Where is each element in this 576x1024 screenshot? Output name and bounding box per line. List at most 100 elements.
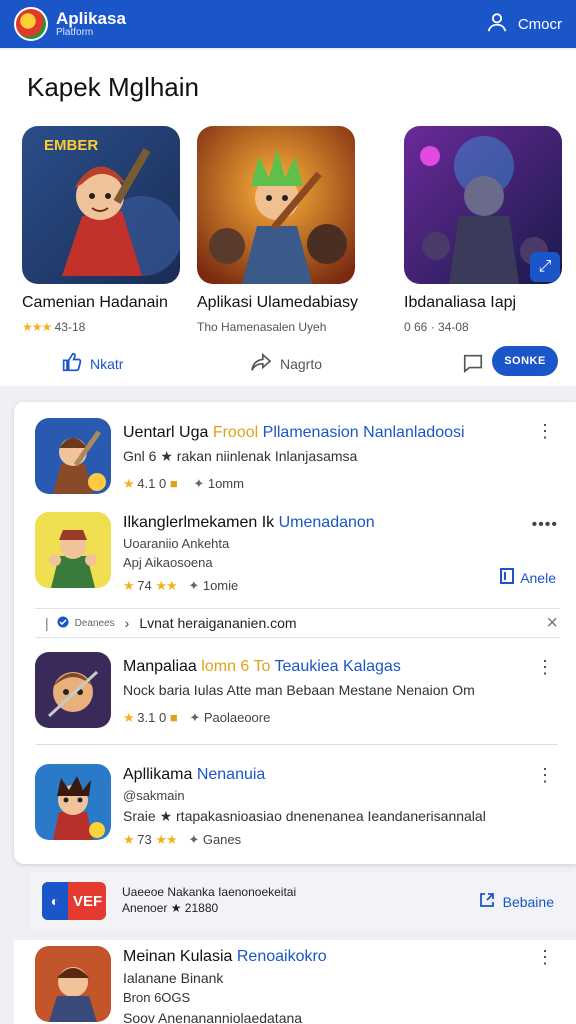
sponsor-title: Uaeeoe Nakanka Iaenonoekeitai	[122, 885, 297, 899]
featured-actions: Nkatr Nagrto SONKE	[0, 346, 576, 382]
section-title: Kapek Mglhain	[27, 72, 199, 102]
more-options-icon[interactable]: ••••	[532, 516, 558, 534]
open-button[interactable]: Anele	[500, 568, 556, 587]
account-button[interactable]: Cmocr	[486, 11, 562, 37]
more-options-icon[interactable]: ⋮	[536, 948, 554, 966]
app-title-gold: lomn 6 To	[201, 658, 271, 675]
share-icon	[250, 352, 272, 375]
app-meta: ★ 74 ★★ ✦ 1omie	[123, 578, 238, 594]
app-rating: 3.1 0	[137, 710, 167, 725]
like-button[interactable]: Nkatr	[62, 352, 123, 375]
game-name: Camenian Hadanain	[22, 294, 168, 311]
app-logo-icon[interactable]	[14, 7, 48, 41]
divider-icon: |	[45, 615, 49, 631]
app-meta-right: Paolaeoore	[203, 710, 271, 725]
app-description: Sraie ★ rtapakasnioasiao dnenenanea Iean…	[123, 808, 486, 824]
game-name: Ibdanaliasa Iapj	[404, 294, 517, 311]
sponsor-icon: ◐	[42, 882, 68, 920]
url-bar[interactable]: | Deanees › Lvnat heraigananien.com ×	[35, 608, 560, 638]
game-card[interactable]: EMBER Camenian Hadanain ★★★ 43-18	[22, 126, 180, 334]
more-options-icon[interactable]: ⋮	[536, 658, 554, 676]
chevron-right-icon: ›	[124, 615, 130, 631]
verified-icon	[57, 615, 69, 631]
app-subtitle: Apj Aikaosoena	[123, 555, 213, 570]
app-title: Meinan Kulasia Renoaikokro	[123, 948, 327, 966]
app-meta-right: 1omm	[207, 476, 244, 491]
app-icon[interactable]	[35, 764, 111, 840]
game-meta-text: 43-18	[54, 320, 86, 334]
sponsor-action-button[interactable]: Bebaine	[479, 892, 554, 911]
app-icon[interactable]	[35, 946, 111, 1022]
app-title: Ilkanglerlmekamen Ik Umenadanon	[123, 514, 375, 532]
app-description: Gnl 6 ★ rakan niinlenak Inlanjasamsa	[123, 448, 358, 464]
thumb-label: EMBER	[44, 137, 98, 154]
more-options-icon[interactable]: ⋮	[536, 422, 554, 440]
sponsor-logo: ◐ VEF	[42, 882, 106, 920]
share-button[interactable]: Nagrto	[250, 352, 322, 375]
plus-icon: ✦	[188, 832, 200, 847]
list-item[interactable]: Apllikama Nenanuia @sakmain Sraie ★ rtap…	[14, 764, 576, 854]
app-title-text: Uentarl Uga	[123, 424, 209, 441]
comment-icon[interactable]	[462, 352, 484, 379]
game-thumbnail[interactable]	[197, 126, 355, 284]
star-icon: ★	[123, 710, 135, 725]
game-meta: 0 66 · 34-08	[404, 320, 469, 334]
app-icon[interactable]	[35, 512, 111, 588]
app-description: Uoaraniio Ankehta	[123, 536, 230, 551]
app-bar: Aplikasa Platform Cmocr	[0, 0, 576, 48]
app-meta-right: 1omie	[202, 578, 239, 593]
brand-title: Aplikasa	[56, 9, 126, 28]
plus-icon: ✦	[189, 710, 201, 725]
app-title-highlight: Pllamenasion Nanlanladoosi	[262, 424, 465, 441]
game-card[interactable]: ⤢ Ibdanaliasa Iapj 0 66 · 34-08	[404, 126, 562, 334]
app-description: Ialanane Binank	[123, 970, 224, 986]
rating-stars-icon: ★★	[155, 578, 177, 593]
list-item[interactable]: Meinan Kulasia Renoaikokro Ialanane Bina…	[14, 940, 576, 1024]
more-options-icon[interactable]: ⋮	[536, 766, 554, 784]
app-title-highlight: Teaukiea Kalagas	[274, 658, 401, 675]
brand-subtitle: Platform	[56, 27, 94, 38]
open-label: Anele	[520, 569, 556, 586]
game-name: Aplikasi Ulamedabiasy	[197, 294, 358, 311]
external-link-icon	[479, 892, 495, 911]
star-icon: ★	[123, 578, 135, 593]
app-description: Nock baria Iulas Atte man Bebaan Mestane…	[123, 682, 475, 698]
account-label: Cmocr	[517, 15, 562, 33]
game-thumbnail[interactable]: ⤢	[404, 126, 562, 284]
game-meta: ★★★ 43-18	[22, 320, 180, 334]
app-meta-right: Ganes	[202, 832, 242, 847]
url-text[interactable]: Lvnat heraigananien.com	[139, 615, 296, 631]
resize-icon[interactable]: ⤢	[530, 252, 560, 282]
game-card[interactable]: Aplikasi Ulamedabiasy Tho Hamenasalen Uy…	[197, 126, 358, 334]
app-handle: @sakmain	[123, 788, 185, 803]
game-meta: Tho Hamenasalen Uyeh	[197, 320, 327, 334]
plus-icon: ✦	[193, 476, 205, 491]
badge-icon: ■	[169, 476, 178, 491]
divider	[36, 744, 558, 745]
save-button[interactable]: SONKE	[492, 346, 558, 376]
app-icon[interactable]	[35, 418, 111, 494]
app-meta: Bron 6OGS	[123, 990, 191, 1005]
list-item[interactable]: Ilkanglerlmekamen Ik Umenadanon Uoaranii…	[14, 512, 576, 602]
app-meta: ★ 73 ★★ ✦ Ganes	[123, 832, 241, 848]
app-icon[interactable]	[35, 652, 111, 728]
rating-stars-icon: ★★★	[22, 320, 52, 334]
app-title-highlight: Umenadanon	[278, 514, 375, 531]
sponsored-banner[interactable]: ◐ VEF Uaeeoe Nakanka Iaenonoekeitai Anen…	[30, 872, 576, 930]
brand: Aplikasa Platform	[56, 10, 126, 38]
thumbs-up-icon	[62, 352, 82, 375]
list-item[interactable]: Manpaliaa lomn 6 To Teaukiea Kalagas Noc…	[14, 652, 576, 742]
sponsor-logo-text: VEF	[73, 892, 103, 910]
close-icon[interactable]: ×	[546, 612, 558, 635]
app-title: Apllikama Nenanuia	[123, 766, 265, 784]
url-source: Deanees	[74, 617, 115, 629]
app-meta: ★ 4.1 0 ■ ✦ 1omm	[123, 476, 244, 492]
app-meta: ★ 3.1 0 ■ ✦ Paolaeoore	[123, 710, 270, 726]
game-thumbnail[interactable]: EMBER	[22, 126, 180, 284]
list-item[interactable]: Uentarl Uga Froool Pllamenasion Nanlanla…	[14, 418, 576, 508]
sponsor-subtitle: Anenoer ★ 21880	[122, 901, 219, 915]
app-title: Manpaliaa lomn 6 To Teaukiea Kalagas	[123, 658, 401, 676]
app-rating: 73	[137, 832, 152, 847]
app-title-text: Apllikama	[123, 766, 193, 783]
app-title-highlight: Renoaikokro	[236, 948, 327, 965]
